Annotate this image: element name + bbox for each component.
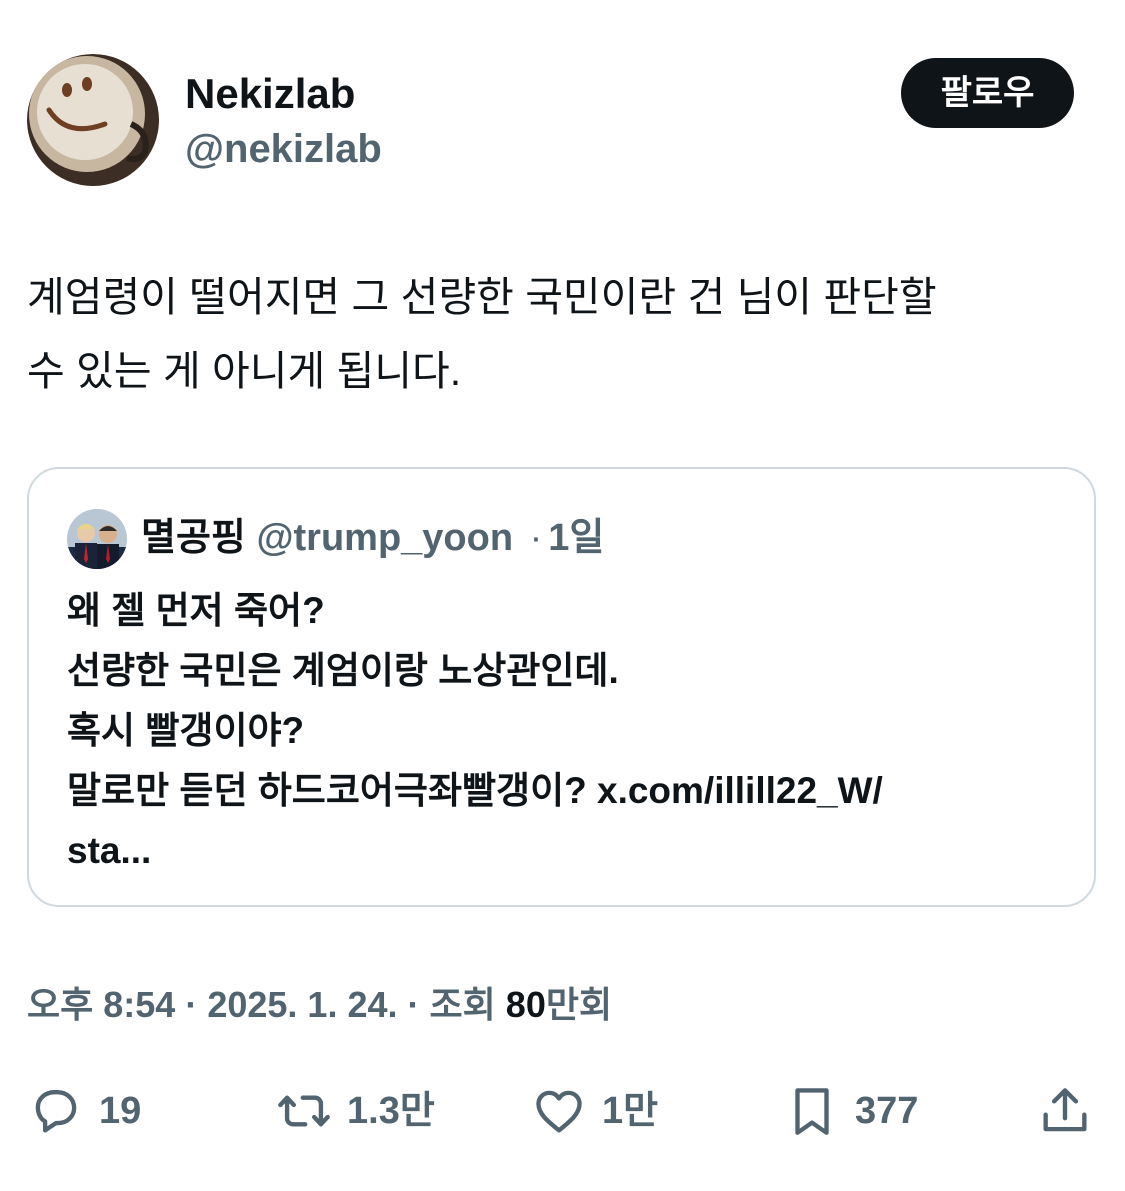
reply-count: 19 <box>99 1090 142 1132</box>
quoted-text-line: 말로만 듣던 하드코어극좌빨갱이? x.com/illill22_W/ <box>67 770 883 811</box>
quoted-author-avatar[interactable] <box>67 509 127 569</box>
quoted-tweet-header: 멸공핑 @trump_yoon · 1일 <box>141 513 604 563</box>
author-handle[interactable]: @nekizlab <box>185 124 382 174</box>
author-display-name[interactable]: Nekizlab <box>185 68 355 120</box>
heart-icon <box>536 1090 582 1133</box>
views-count: 80 <box>505 984 546 1025</box>
quoted-author-handle[interactable]: @trump_yoon <box>256 517 513 559</box>
tweet-text: 계엄령이 떨어지면 그 선량한 국민이란 건 님이 판단할 수 있는 게 아니게… <box>27 260 1097 408</box>
tweet-metadata: 오후 8:54 · 2025. 1. 24. · 조회 80만회 <box>27 980 612 1030</box>
share-icon <box>1043 1088 1087 1132</box>
tweet-text-line: 계엄령이 떨어지면 그 선량한 국민이란 건 님이 판단할 <box>27 274 937 320</box>
views-prefix: 조회 <box>429 984 496 1025</box>
views-suffix: 만회 <box>545 984 613 1025</box>
retweet-count: 1.3만 <box>347 1090 435 1132</box>
separator-dot: · <box>529 517 543 559</box>
reply-button[interactable]: 19 <box>27 1083 141 1139</box>
tweet-header: Nekizlab @nekizlab 팔로우 <box>0 0 1125 200</box>
quoted-tweet-card[interactable]: 멸공핑 @trump_yoon · 1일 왜 젤 먼저 죽어? 선량한 국민은 계… <box>27 467 1096 907</box>
separator-dot: · <box>185 984 198 1025</box>
author-avatar[interactable] <box>27 54 159 186</box>
quoted-author-name[interactable]: 멸공핑 <box>141 517 246 559</box>
retweet-button[interactable]: 1.3만 <box>275 1083 435 1139</box>
separator-dot: · <box>407 984 420 1025</box>
tweet-time[interactable]: 오후 8:54 <box>27 984 175 1025</box>
bookmark-button[interactable]: 377 <box>783 1083 918 1139</box>
quoted-tweet-time[interactable]: 1일 <box>548 517 604 559</box>
quoted-text-line: 혹시 빨갱이야? <box>67 710 305 751</box>
two-men-photo-icon <box>67 509 127 569</box>
share-button[interactable] <box>1036 1083 1094 1139</box>
tweet-text-line: 수 있는 게 아니게 됩니다. <box>27 348 462 394</box>
quoted-tweet-text: 왜 젤 먼저 죽어? 선량한 국민은 계엄이랑 노상관인데. 혹시 빨갱이야? … <box>67 581 1067 881</box>
bookmark-icon <box>795 1088 829 1135</box>
quoted-text-line: 선량한 국민은 계엄이랑 노상관인데. <box>67 650 619 691</box>
reply-icon <box>35 1089 77 1133</box>
quoted-text-line: 왜 젤 먼저 죽어? <box>67 590 325 631</box>
bookmark-count: 377 <box>855 1090 919 1132</box>
follow-button[interactable]: 팔로우 <box>901 58 1074 128</box>
quoted-text-line: sta... <box>67 830 152 871</box>
smiley-latte-icon <box>27 54 159 186</box>
action-bar: 19 1.3만 1만 377 <box>0 1075 1125 1147</box>
tweet-date[interactable]: 2025. 1. 24. <box>207 984 397 1025</box>
like-button[interactable]: 1만 <box>530 1083 658 1139</box>
like-count: 1만 <box>602 1090 659 1132</box>
retweet-icon <box>278 1095 330 1127</box>
